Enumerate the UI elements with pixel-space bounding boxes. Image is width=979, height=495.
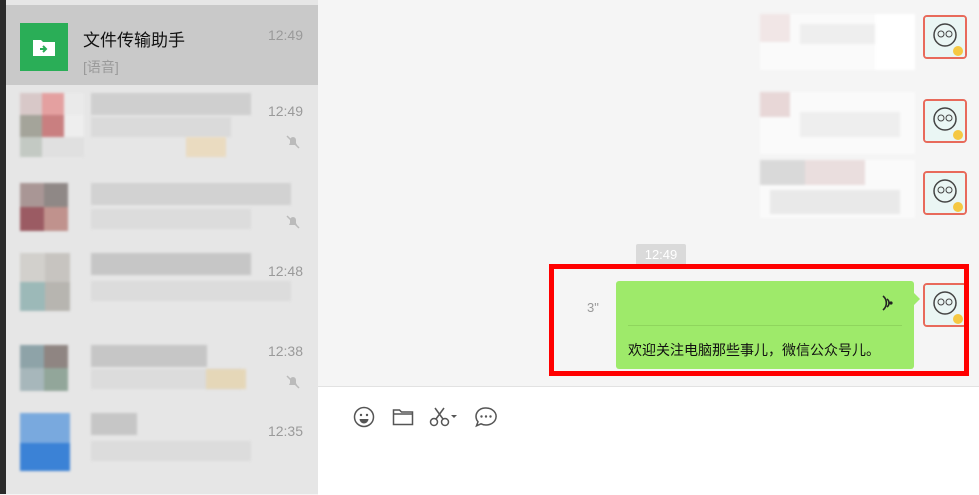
- chat-time: 12:38: [267, 343, 303, 359]
- chat-time: 12:49: [267, 27, 303, 43]
- chat-item[interactable]: 12:35: [6, 405, 318, 485]
- avatar: [20, 345, 68, 391]
- message-timestamp: 12:49: [636, 244, 686, 266]
- folder-icon[interactable]: [391, 405, 415, 429]
- emoji-icon[interactable]: [352, 405, 376, 429]
- chat-item[interactable]: 12:38: [6, 325, 318, 405]
- chat-time: 12:35: [267, 423, 303, 439]
- chat-name-redacted: [91, 413, 137, 435]
- chat-name: 文件传输助手: [83, 31, 185, 50]
- chat-history-icon[interactable]: [474, 405, 498, 429]
- chat-preview-redacted: [91, 117, 231, 137]
- avatar[interactable]: [923, 99, 967, 143]
- chat-item-file-transfer[interactable]: 文件传输助手 [语音] 12:49: [6, 5, 318, 85]
- avatar: [20, 413, 70, 471]
- avatar: [20, 93, 84, 157]
- avatar[interactable]: [923, 15, 967, 59]
- chat-name-redacted: [91, 183, 291, 205]
- chat-name-redacted: [91, 253, 251, 275]
- avatar[interactable]: [923, 171, 967, 215]
- chat-name-redacted: [91, 345, 207, 367]
- chat-list-sidebar: 文件传输助手 [语音] 12:49 12:49 12:48 12:38 12:3…: [0, 0, 318, 494]
- mute-bell-icon: [286, 215, 300, 229]
- screenshot-scissors-icon[interactable]: [428, 405, 460, 429]
- chat-preview-redacted: [91, 209, 251, 229]
- chat-item[interactable]: 12:48: [6, 245, 318, 325]
- avatar: [20, 183, 68, 231]
- chat-time: 12:48: [267, 263, 303, 279]
- image-message[interactable]: [760, 160, 915, 218]
- mute-bell-icon: [286, 135, 300, 149]
- avatar: [20, 253, 70, 311]
- image-message[interactable]: [760, 92, 915, 154]
- chat-item[interactable]: [6, 165, 318, 245]
- chat-name-redacted: [91, 93, 251, 115]
- mute-bell-icon: [286, 375, 300, 389]
- chat-preview: [语音]: [83, 59, 119, 75]
- image-message[interactable]: [760, 14, 915, 70]
- message-composer[interactable]: [318, 386, 979, 495]
- chat-time: 12:49: [267, 103, 303, 119]
- chat-item[interactable]: 12:49: [6, 85, 318, 165]
- chat-preview-redacted: [91, 441, 251, 461]
- chat-preview-redacted: [91, 281, 291, 301]
- file-transfer-icon: [20, 23, 68, 71]
- annotation-highlight-box: [549, 264, 969, 376]
